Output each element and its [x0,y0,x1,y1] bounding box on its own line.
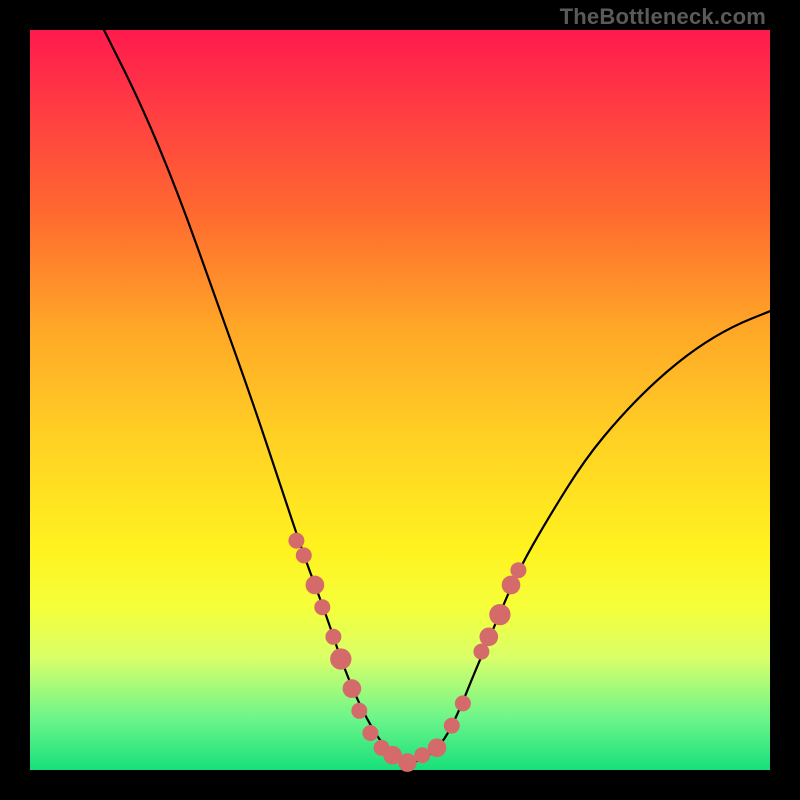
curve-marker [330,648,351,669]
curve-marker [414,747,430,763]
curve-marker [428,738,447,757]
curve-marker [343,679,362,698]
curve-marker [398,753,417,772]
curve-marker [473,644,489,660]
curve-marker [502,576,521,595]
curve-marker [479,627,498,646]
chart-frame: TheBottleneck.com [0,0,800,800]
curve-marker [510,562,526,578]
curve-marker [314,599,330,615]
curve-marker [444,718,460,734]
curve-marker [296,547,312,563]
curve-marker [306,576,325,595]
curve-marker [489,604,510,625]
curve-layer [30,30,770,770]
plot-area [30,30,770,770]
curve-markers [288,533,526,772]
curve-marker [288,533,304,549]
curve-marker [362,725,378,741]
curve-marker [351,703,367,719]
attribution-label: TheBottleneck.com [560,4,766,30]
curve-marker [325,629,341,645]
curve-marker [455,695,471,711]
bottleneck-curve [104,30,770,763]
